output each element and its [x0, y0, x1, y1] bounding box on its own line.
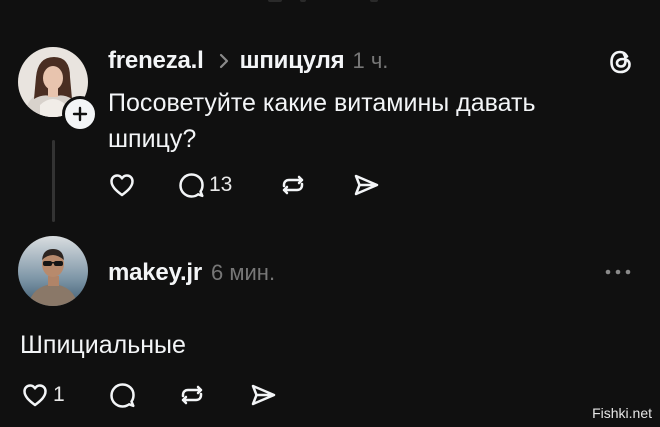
post-header: freneza.l шпицуля 1 ч.: [108, 45, 388, 77]
reply-text: Шпициальные: [20, 331, 186, 359]
heart-icon: [110, 174, 134, 197]
post-timestamp: 1 ч.: [352, 48, 389, 73]
cropped-top-content: [0, 0, 660, 6]
chevron-right-icon: [219, 53, 228, 69]
watermark: Fishki.net: [592, 405, 652, 421]
comment-icon: [110, 383, 135, 408]
community-name[interactable]: шпицуля: [240, 47, 345, 75]
send-icon: [251, 384, 276, 406]
repost-button[interactable]: [278, 170, 308, 200]
reply-timestamp: 6 мин.: [211, 260, 276, 285]
repost-icon: [282, 175, 304, 195]
post-text-line: шпицу?: [108, 125, 197, 153]
post-text: Посоветуйте какие витамины давать шпицу?: [108, 85, 608, 157]
follow-plus-button[interactable]: [62, 96, 98, 132]
ellipsis-icon: [605, 269, 631, 275]
reply-button[interactable]: [107, 380, 137, 410]
post-username[interactable]: freneza.l: [108, 47, 204, 75]
more-options-button[interactable]: [602, 262, 634, 282]
repost-button[interactable]: [177, 380, 207, 410]
threads-logo-icon[interactable]: [606, 47, 636, 77]
repost-icon: [181, 385, 203, 405]
like-button[interactable]: [107, 170, 137, 200]
avatar[interactable]: [18, 236, 88, 306]
share-button[interactable]: [351, 170, 381, 200]
like-button[interactable]: 1: [20, 380, 65, 410]
reply-username[interactable]: makey.jr: [108, 259, 202, 287]
reply-button[interactable]: 13: [176, 170, 232, 200]
send-icon: [354, 174, 379, 196]
reply-header: makey.jr 6 мин.: [108, 257, 275, 289]
thread-line: [52, 140, 55, 222]
reply-count: 13: [209, 173, 233, 196]
comment-icon: [179, 173, 204, 198]
like-count: 1: [53, 383, 65, 406]
share-button[interactable]: [248, 380, 278, 410]
heart-icon: [23, 384, 47, 407]
post-text-line: Посоветуйте какие витамины давать: [108, 89, 536, 117]
plus-icon: [72, 106, 88, 122]
